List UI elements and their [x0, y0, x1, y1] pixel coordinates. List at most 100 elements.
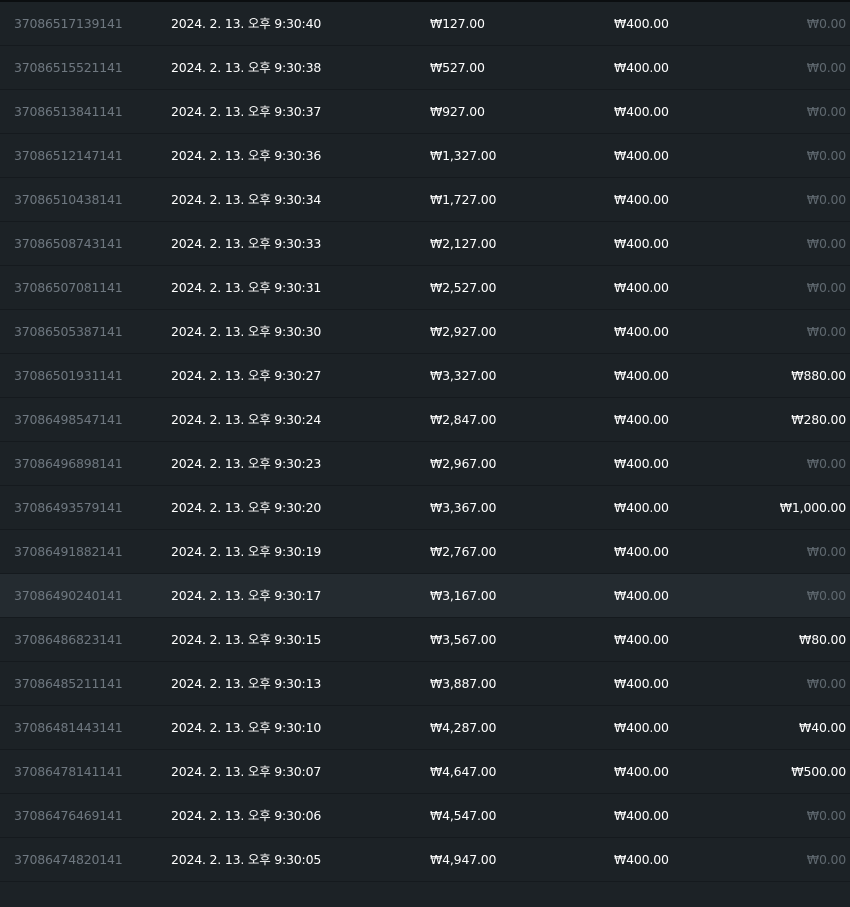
round-time: 2024. 2. 13. 오후 9:30:20 [171, 500, 322, 515]
round-time: 2024. 2. 13. 오후 9:30:31 [171, 280, 322, 295]
table-row-partial [0, 882, 850, 900]
bet-amount: ₩400.00 [614, 236, 669, 251]
win-amount: ₩500.00 [791, 764, 846, 779]
win-amount: ₩0.00 [806, 280, 846, 295]
balance-amount: ₩527.00 [430, 60, 485, 75]
bet-amount: ₩400.00 [614, 808, 669, 823]
round-time: 2024. 2. 13. 오후 9:30:30 [171, 324, 322, 339]
round-id: 37086512147141 [14, 148, 123, 163]
round-time: 2024. 2. 13. 오후 9:30:06 [171, 808, 322, 823]
bet-amount: ₩400.00 [614, 632, 669, 647]
round-time: 2024. 2. 13. 오후 9:30:07 [171, 764, 322, 779]
round-time: 2024. 2. 13. 오후 9:30:24 [171, 412, 322, 427]
win-amount: ₩1,000.00 [779, 500, 846, 515]
round-id: 37086496898141 [14, 456, 123, 471]
balance-amount: ₩2,127.00 [430, 236, 497, 251]
table-row[interactable]: 37086513841141 2024. 2. 13. 오후 9:30:37 ₩92… [0, 90, 850, 134]
balance-amount: ₩3,887.00 [430, 676, 497, 691]
balance-amount: ₩2,527.00 [430, 280, 497, 295]
balance-amount: ₩1,727.00 [430, 192, 497, 207]
round-id: 37086498547141 [14, 412, 123, 427]
round-time: 2024. 2. 13. 오후 9:30:37 [171, 104, 322, 119]
table-row[interactable]: 37086508743141 2024. 2. 13. 오후 9:30:33 ₩2,… [0, 222, 850, 266]
table-row[interactable]: 37086481443141 2024. 2. 13. 오후 9:30:10 ₩4,… [0, 706, 850, 750]
win-amount: ₩880.00 [791, 368, 846, 383]
win-amount: ₩0.00 [806, 544, 846, 559]
win-amount: ₩40.00 [799, 720, 846, 735]
round-time: 2024. 2. 13. 오후 9:30:15 [171, 632, 322, 647]
round-id: 37086513841141 [14, 104, 123, 119]
round-id: 37086501931141 [14, 368, 123, 383]
bet-amount: ₩400.00 [614, 544, 669, 559]
round-id: 37086508743141 [14, 236, 123, 251]
balance-amount: ₩3,327.00 [430, 368, 497, 383]
table-row[interactable]: 37086478141141 2024. 2. 13. 오후 9:30:07 ₩4,… [0, 750, 850, 794]
balance-amount: ₩2,847.00 [430, 412, 497, 427]
balance-amount: ₩3,567.00 [430, 632, 497, 647]
balance-amount: ₩1,327.00 [430, 148, 497, 163]
round-id: 37086485211141 [14, 676, 123, 691]
win-amount: ₩0.00 [806, 456, 846, 471]
table-row[interactable]: 37086517139141 2024. 2. 13. 오후 9:30:40 ₩12… [0, 2, 850, 46]
win-amount: ₩280.00 [791, 412, 846, 427]
round-time: 2024. 2. 13. 오후 9:30:23 [171, 456, 322, 471]
round-time: 2024. 2. 13. 오후 9:30:10 [171, 720, 322, 735]
round-time: 2024. 2. 13. 오후 9:30:36 [171, 148, 322, 163]
bet-amount: ₩400.00 [614, 720, 669, 735]
balance-amount: ₩927.00 [430, 104, 485, 119]
round-time: 2024. 2. 13. 오후 9:30:17 [171, 588, 322, 603]
round-id: 37086490240141 [14, 588, 123, 603]
table-row[interactable]: 37086474820141 2024. 2. 13. 오후 9:30:05 ₩4,… [0, 838, 850, 882]
balance-amount: ₩2,767.00 [430, 544, 497, 559]
round-id: 37086515521141 [14, 60, 123, 75]
balance-amount: ₩4,647.00 [430, 764, 497, 779]
bet-amount: ₩400.00 [614, 676, 669, 691]
balance-amount: ₩3,367.00 [430, 500, 497, 515]
round-id: 37086474820141 [14, 852, 123, 867]
table-row[interactable]: 37086498547141 2024. 2. 13. 오후 9:30:24 ₩2,… [0, 398, 850, 442]
balance-amount: ₩4,547.00 [430, 808, 497, 823]
table-row[interactable]: 37086501931141 2024. 2. 13. 오후 9:30:27 ₩3,… [0, 354, 850, 398]
bet-amount: ₩400.00 [614, 16, 669, 31]
win-amount: ₩0.00 [806, 60, 846, 75]
table-row[interactable]: 37086493579141 2024. 2. 13. 오후 9:30:20 ₩3,… [0, 486, 850, 530]
balance-amount: ₩3,167.00 [430, 588, 497, 603]
balance-amount: ₩4,287.00 [430, 720, 497, 735]
bet-amount: ₩400.00 [614, 412, 669, 427]
win-amount: ₩0.00 [806, 148, 846, 163]
table-row[interactable]: 37086491882141 2024. 2. 13. 오후 9:30:19 ₩2,… [0, 530, 850, 574]
win-amount: ₩80.00 [799, 632, 846, 647]
table-row[interactable]: 37086507081141 2024. 2. 13. 오후 9:30:31 ₩2,… [0, 266, 850, 310]
bet-amount: ₩400.00 [614, 500, 669, 515]
bet-amount: ₩400.00 [614, 148, 669, 163]
bet-amount: ₩400.00 [614, 280, 669, 295]
table-row[interactable]: 37086505387141 2024. 2. 13. 오후 9:30:30 ₩2,… [0, 310, 850, 354]
table-row[interactable]: 37086510438141 2024. 2. 13. 오후 9:30:34 ₩1,… [0, 178, 850, 222]
win-amount: ₩0.00 [806, 676, 846, 691]
win-amount: ₩0.00 [806, 588, 846, 603]
table-row[interactable]: 37086496898141 2024. 2. 13. 오후 9:30:23 ₩2,… [0, 442, 850, 486]
win-amount: ₩0.00 [806, 808, 846, 823]
round-time: 2024. 2. 13. 오후 9:30:33 [171, 236, 322, 251]
table-row[interactable]: 37086476469141 2024. 2. 13. 오후 9:30:06 ₩4,… [0, 794, 850, 838]
balance-amount: ₩2,927.00 [430, 324, 497, 339]
bet-amount: ₩400.00 [614, 324, 669, 339]
table-row[interactable]: 37086512147141 2024. 2. 13. 오후 9:30:36 ₩1,… [0, 134, 850, 178]
round-time: 2024. 2. 13. 오후 9:30:27 [171, 368, 322, 383]
bet-amount: ₩400.00 [614, 764, 669, 779]
table-row[interactable]: 37086485211141 2024. 2. 13. 오후 9:30:13 ₩3,… [0, 662, 850, 706]
balance-amount: ₩4,947.00 [430, 852, 497, 867]
bet-amount: ₩400.00 [614, 456, 669, 471]
round-id: 37086507081141 [14, 280, 123, 295]
round-time: 2024. 2. 13. 오후 9:30:13 [171, 676, 322, 691]
round-id: 37086510438141 [14, 192, 123, 207]
table-row[interactable]: 37086515521141 2024. 2. 13. 오후 9:30:38 ₩52… [0, 46, 850, 90]
round-id: 37086481443141 [14, 720, 123, 735]
win-amount: ₩0.00 [806, 236, 846, 251]
table-row[interactable]: 37086486823141 2024. 2. 13. 오후 9:30:15 ₩3,… [0, 618, 850, 662]
balance-amount: ₩2,967.00 [430, 456, 497, 471]
win-amount: ₩0.00 [806, 852, 846, 867]
round-id: 37086491882141 [14, 544, 123, 559]
bet-amount: ₩400.00 [614, 852, 669, 867]
table-row[interactable]: 37086490240141 2024. 2. 13. 오후 9:30:17 ₩3,… [0, 574, 850, 618]
